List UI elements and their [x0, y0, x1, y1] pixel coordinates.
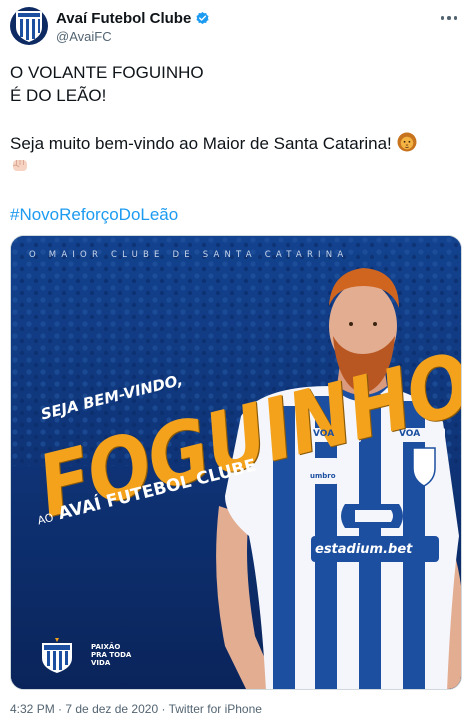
avai-crest-icon — [16, 11, 42, 42]
motto-line-2: PRA TODA — [91, 651, 132, 659]
tweet-time[interactable]: 4:32 PM — [10, 702, 55, 716]
motto-line-1: PAIXÃO — [91, 643, 121, 651]
more-options-icon — [440, 16, 458, 20]
tweet-image[interactable]: O MAIOR CLUBE DE SANTA CATARINA SEJA BEM… — [10, 235, 462, 690]
tweet: Avaí Futebol Clube @AvaiFC O VOLANTE FOG… — [0, 0, 473, 723]
name-row: Avaí Futebol Clube — [56, 10, 210, 27]
chest-sponsor-right: VOA — [399, 429, 421, 439]
fist-emoji — [10, 155, 30, 181]
tweet-footer: 4:32 PM · 7 de dez de 2020 · Twitter for… — [10, 702, 262, 716]
hashtag-link[interactable]: #NovoReforçoDoLeão — [10, 204, 178, 226]
verified-badge-icon — [196, 11, 209, 25]
shirt-sponsor: estadium.bet — [315, 542, 413, 557]
footer-separator: · — [54, 702, 66, 716]
lion-face-emoji — [397, 132, 417, 158]
more-options-button[interactable] — [437, 8, 461, 28]
footer-separator: · — [158, 702, 169, 716]
avatar[interactable] — [10, 7, 48, 45]
tweet-text-line4 — [10, 155, 30, 181]
tweet-source[interactable]: Twitter for iPhone — [169, 702, 262, 716]
tweet-date[interactable]: 7 de dez de 2020 — [65, 702, 158, 716]
tweet-text-line3-text: Seja muito bem-vindo ao Maior de Santa C… — [10, 134, 392, 153]
club-crest — [41, 638, 73, 679]
avai-crest-icon — [42, 638, 72, 673]
kit-brand: umbro — [310, 472, 336, 480]
chest-sponsor-left: VOA — [313, 429, 335, 439]
image-club-prefix: AO — [36, 510, 55, 528]
motto-line-3: VIDA — [91, 659, 111, 667]
tweet-text-line3: Seja muito bem-vindo ao Maior de Santa C… — [10, 132, 417, 158]
tweet-text-line2: É DO LEÃO! — [10, 86, 107, 105]
club-motto: PAIXÃO PRA TODA VIDA — [91, 643, 131, 667]
display-name[interactable]: Avaí Futebol Clube — [56, 10, 191, 27]
tweet-text-line1: O VOLANTE FOGUINHO — [10, 63, 204, 82]
handle[interactable]: @AvaiFC — [56, 29, 112, 44]
image-tagline: O MAIOR CLUBE DE SANTA CATARINA — [29, 250, 349, 260]
